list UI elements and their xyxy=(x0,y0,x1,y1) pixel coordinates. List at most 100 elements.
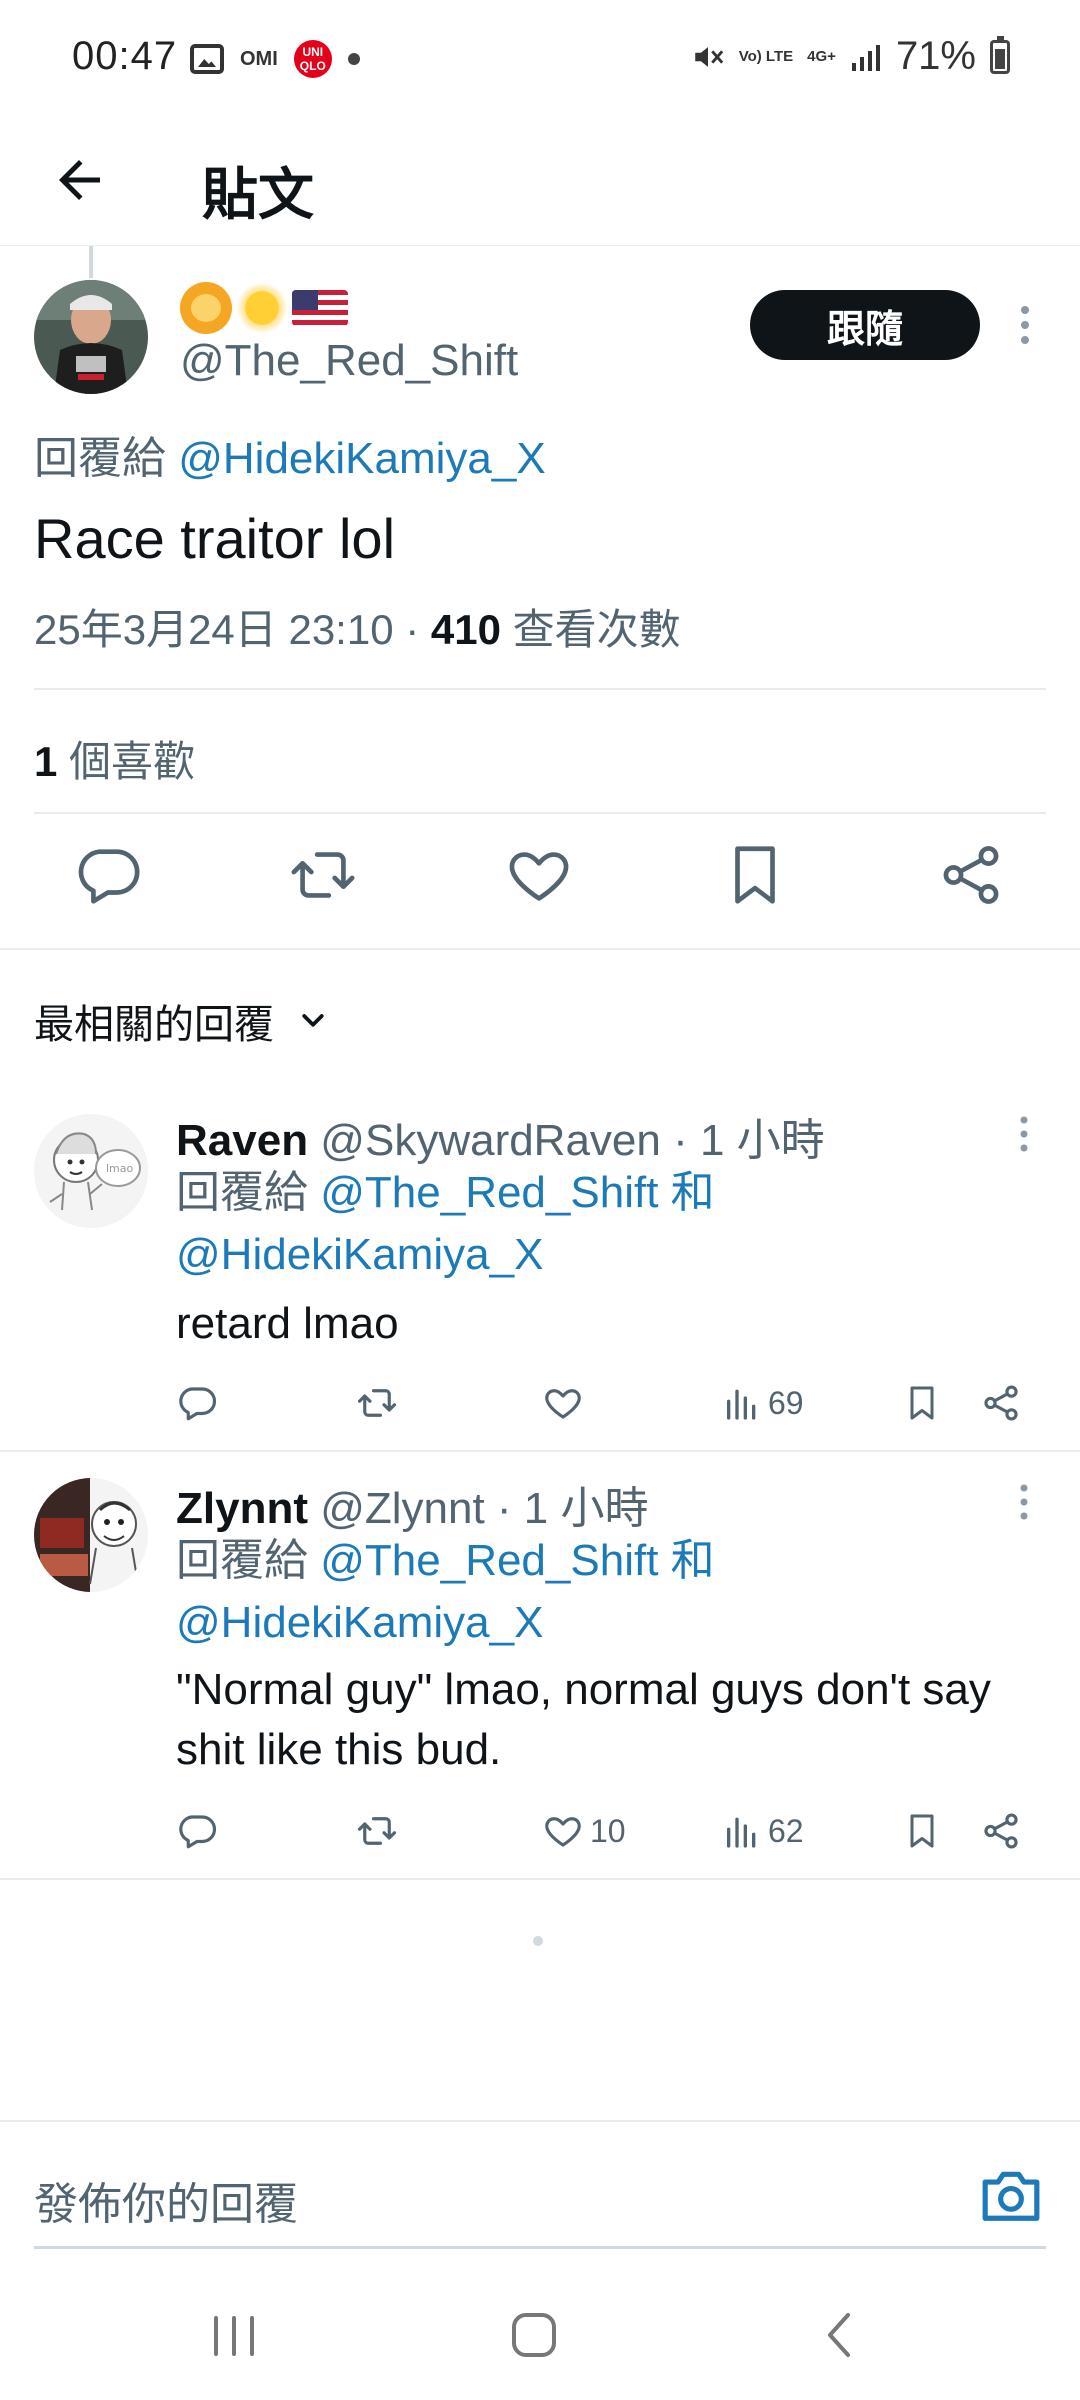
reply-to-line: 回覆給 @The_Red_Shift 和 @HidekiKamiya_X xyxy=(176,1530,1036,1654)
compose-divider xyxy=(0,2120,1080,2122)
reply-compose-input[interactable]: 發佈你的回覆 xyxy=(34,2168,298,2232)
retweet-icon[interactable] xyxy=(288,840,358,910)
tweet-meta: 25年3月24日 23:10 · 410 查看次數 xyxy=(34,596,681,657)
thread-connector-line xyxy=(89,246,93,278)
reply-divider xyxy=(0,1450,1080,1452)
divider xyxy=(34,688,1046,690)
reply-header: Zlynnt @Zlynnt · 1 小時 xyxy=(176,1472,649,1536)
author-handle[interactable]: @The_Red_Shift xyxy=(180,336,518,386)
bookmark-icon[interactable] xyxy=(902,1378,942,1428)
reply-to-mention[interactable]: @HidekiKamiya_X xyxy=(176,1598,543,1647)
views-stat[interactable]: 69 xyxy=(722,1378,804,1428)
reply-to-mention[interactable]: @HidekiKamiya_X xyxy=(176,1230,543,1279)
reply-time: · 1 小時 xyxy=(484,1484,649,1533)
tweet-action-bar xyxy=(0,840,1080,960)
status-time: 00:47 xyxy=(72,34,178,78)
analytics-icon xyxy=(727,1817,756,1848)
views-stat[interactable]: 62 xyxy=(722,1806,804,1856)
battery-percent: 71% xyxy=(895,34,976,78)
reply-avatar[interactable] xyxy=(34,1478,148,1592)
retweet-icon[interactable] xyxy=(356,1378,398,1428)
reply-author-handle[interactable]: @SkywardRaven xyxy=(308,1116,661,1165)
gallery-icon xyxy=(190,44,224,74)
svg-text:lmao: lmao xyxy=(106,1162,134,1175)
share-icon[interactable] xyxy=(980,1806,1022,1856)
more-options-icon[interactable] xyxy=(1010,302,1040,348)
reply-text: "Normal guy" lmao, normal guys don't say… xyxy=(176,1665,991,1774)
share-icon[interactable] xyxy=(980,1378,1022,1428)
divider xyxy=(34,812,1046,814)
system-icons: Vo) LTE 4G+ 71% xyxy=(691,34,1010,79)
reply-to-and: 和 xyxy=(658,1168,715,1217)
replies-sort-dropdown[interactable]: 最相關的回覆 xyxy=(34,992,328,1050)
more-options-icon[interactable] xyxy=(1012,1480,1036,1524)
more-notifications-icon xyxy=(347,53,360,65)
like-icon[interactable]: 10 xyxy=(542,1806,626,1856)
reply-tweet[interactable]: Zlynnt @Zlynnt · 1 小時 回覆給 @The_Red_Shift… xyxy=(0,1472,1080,1872)
display-name-emojis xyxy=(180,282,348,334)
view-count: 410 xyxy=(430,606,501,653)
omi-icon: OMI xyxy=(240,47,278,70)
analytics-icon xyxy=(727,1389,756,1420)
view-count: 62 xyxy=(768,1812,804,1849)
reply-author-name[interactable]: Zlynnt xyxy=(176,1484,308,1533)
uniqlo-icon: UNI QLO xyxy=(293,40,332,78)
reply-to-mention[interactable]: @The_Red_Shift xyxy=(320,1168,658,1217)
sun-emoji xyxy=(236,282,288,334)
home-icon[interactable] xyxy=(510,2310,558,2360)
like-count: 10 xyxy=(590,1812,626,1849)
reply-to-mention[interactable]: @HidekiKamiya_X xyxy=(178,434,545,483)
lion-face-emoji xyxy=(180,282,232,334)
like-count-label: 個喜歡 xyxy=(57,738,196,785)
author-avatar[interactable] xyxy=(34,280,148,394)
reply-to-line: 回覆給 @The_Red_Shift 和 @HidekiKamiya_X xyxy=(176,1162,1036,1286)
retweet-icon[interactable] xyxy=(356,1806,398,1856)
camera-icon[interactable] xyxy=(980,2166,1042,2224)
reply-header: Raven @SkywardRaven · 1 小時 xyxy=(176,1104,825,1168)
reply-tweet[interactable]: lmao Raven @SkywardRaven · 1 小時 回覆給 @The… xyxy=(0,1104,1080,1448)
reply-to-prefix: 回覆給 xyxy=(176,1168,321,1217)
sort-label: 最相關的回覆 xyxy=(34,1003,274,1047)
chevron-down-icon xyxy=(302,1014,324,1027)
like-icon[interactable] xyxy=(542,1378,590,1428)
reply-author-name[interactable]: Raven xyxy=(176,1116,308,1165)
back-arrow-icon[interactable] xyxy=(50,150,110,210)
reply-icon[interactable] xyxy=(176,1378,218,1428)
volte-icon: Vo) LTE xyxy=(738,48,794,65)
reply-text: retard lmao xyxy=(176,1299,399,1348)
share-icon[interactable] xyxy=(936,840,1006,910)
view-count-label: 查看次數 xyxy=(500,606,681,653)
app-header: 貼文 xyxy=(0,120,1080,246)
recent-apps-icon[interactable] xyxy=(210,2314,258,2358)
mute-icon xyxy=(694,46,723,67)
reply-author-handle[interactable]: @Zlynnt xyxy=(308,1484,485,1533)
tweet-text: Race traitor lol xyxy=(34,507,396,570)
status-bar: 00:47 OMI UNI QLO Vo) LTE 4G+ 71% xyxy=(0,0,1080,120)
bookmark-icon[interactable] xyxy=(902,1806,942,1856)
reply-avatar[interactable]: lmao xyxy=(34,1114,148,1228)
network-type-icon: 4G+ xyxy=(807,48,836,65)
more-options-icon[interactable] xyxy=(1012,1112,1036,1156)
tweet-timestamp: 25年3月24日 23:10 · xyxy=(34,606,431,653)
page-title: 貼文 xyxy=(202,163,314,226)
battery-icon xyxy=(990,35,1010,74)
reply-action-bar: 10 62 xyxy=(176,1806,1036,1856)
reply-to-and: 和 xyxy=(658,1536,715,1585)
likes-summary[interactable]: 1 個喜歡 xyxy=(34,728,195,789)
view-count: 69 xyxy=(768,1384,804,1421)
signal-icon xyxy=(851,44,880,71)
compose-underline xyxy=(34,2246,1046,2249)
like-icon[interactable] xyxy=(504,840,574,910)
reply-to-line: 回覆給 @HidekiKamiya_X xyxy=(34,422,546,486)
system-nav-bar xyxy=(0,2270,1080,2400)
follow-button[interactable]: 跟隨 xyxy=(750,290,980,360)
back-icon[interactable] xyxy=(820,2310,860,2360)
reply-icon[interactable] xyxy=(73,840,143,910)
reply-to-prefix: 回覆給 xyxy=(34,434,179,483)
reply-divider xyxy=(0,1878,1080,1880)
bookmark-icon[interactable] xyxy=(720,840,790,910)
reply-to-mention[interactable]: @The_Red_Shift xyxy=(320,1536,658,1585)
like-count: 1 xyxy=(34,738,58,785)
reply-action-bar: 69 xyxy=(176,1378,1036,1428)
reply-icon[interactable] xyxy=(176,1806,218,1856)
